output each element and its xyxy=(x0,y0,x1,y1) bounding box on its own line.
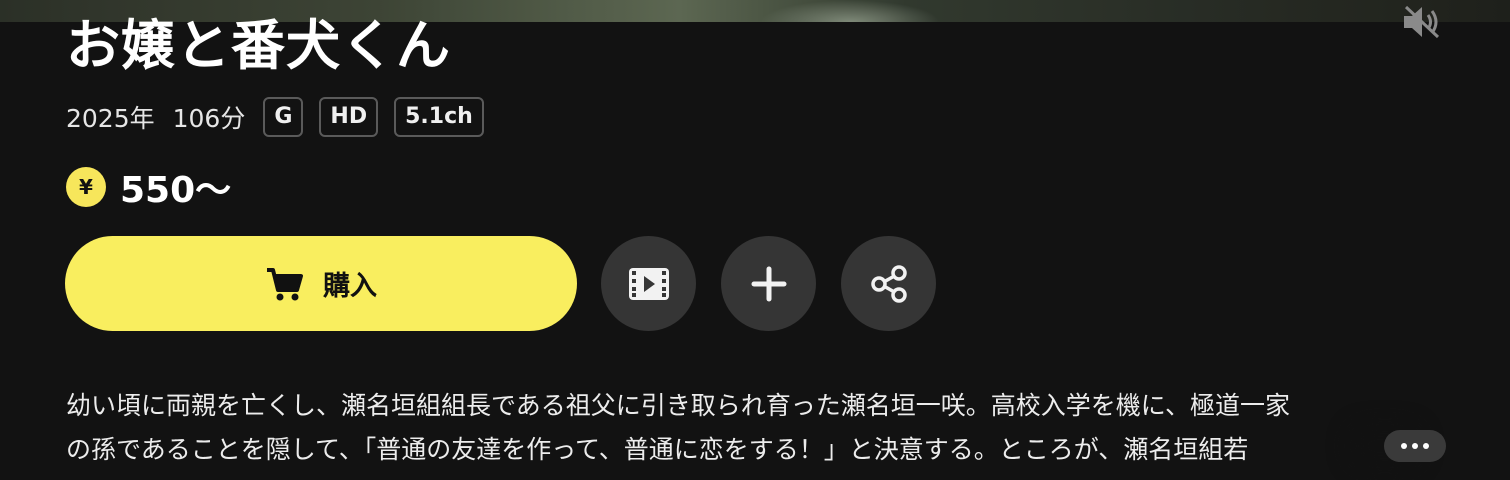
yen-coin-icon: ¥ xyxy=(66,167,106,207)
plus-icon xyxy=(751,266,786,301)
buy-button[interactable]: 購入 xyxy=(65,236,577,331)
add-to-list-button[interactable] xyxy=(721,236,816,331)
synopsis: 幼い頃に両親を亡くし、瀬名垣組組長である祖父に引き取られ育った瀬名垣一咲。高校入… xyxy=(66,384,1446,472)
runtime: 106分 xyxy=(172,104,246,133)
rating-badge: G xyxy=(263,97,304,137)
synopsis-line-2: の孫であることを隠して、「普通の友達を作って、普通に恋をする！」と決意する。とこ… xyxy=(66,435,1249,464)
speaker-muted-icon xyxy=(1404,5,1440,39)
audio-badge: 5.1ch xyxy=(394,97,484,137)
mute-button[interactable] xyxy=(1398,2,1446,42)
trailer-button[interactable] xyxy=(601,236,696,331)
share-button[interactable] xyxy=(841,236,936,331)
page-title: お嬢と番犬くん xyxy=(66,14,451,77)
title-detail-page: お嬢と番犬くん 2025年 106分 G HD 5.1ch ¥ 550〜 購入 xyxy=(0,0,1510,480)
read-more-button[interactable] xyxy=(1384,430,1446,462)
film-play-icon xyxy=(628,267,669,300)
synopsis-line-1: 幼い頃に両親を亡くし、瀬名垣組組長である祖父に引き取られ育った瀬名垣一咲。高校入… xyxy=(66,391,1291,420)
release-year: 2025年 xyxy=(66,104,155,133)
meta-row: 2025年 106分 G HD 5.1ch xyxy=(66,96,500,138)
price-amount: 550〜 xyxy=(120,170,232,211)
cart-icon xyxy=(265,266,305,302)
price-row: ¥ 550〜 xyxy=(66,164,232,211)
share-icon xyxy=(870,264,907,303)
quality-badge: HD xyxy=(319,97,379,137)
more-dots-icon xyxy=(1401,443,1429,449)
buy-button-label: 購入 xyxy=(323,271,377,302)
